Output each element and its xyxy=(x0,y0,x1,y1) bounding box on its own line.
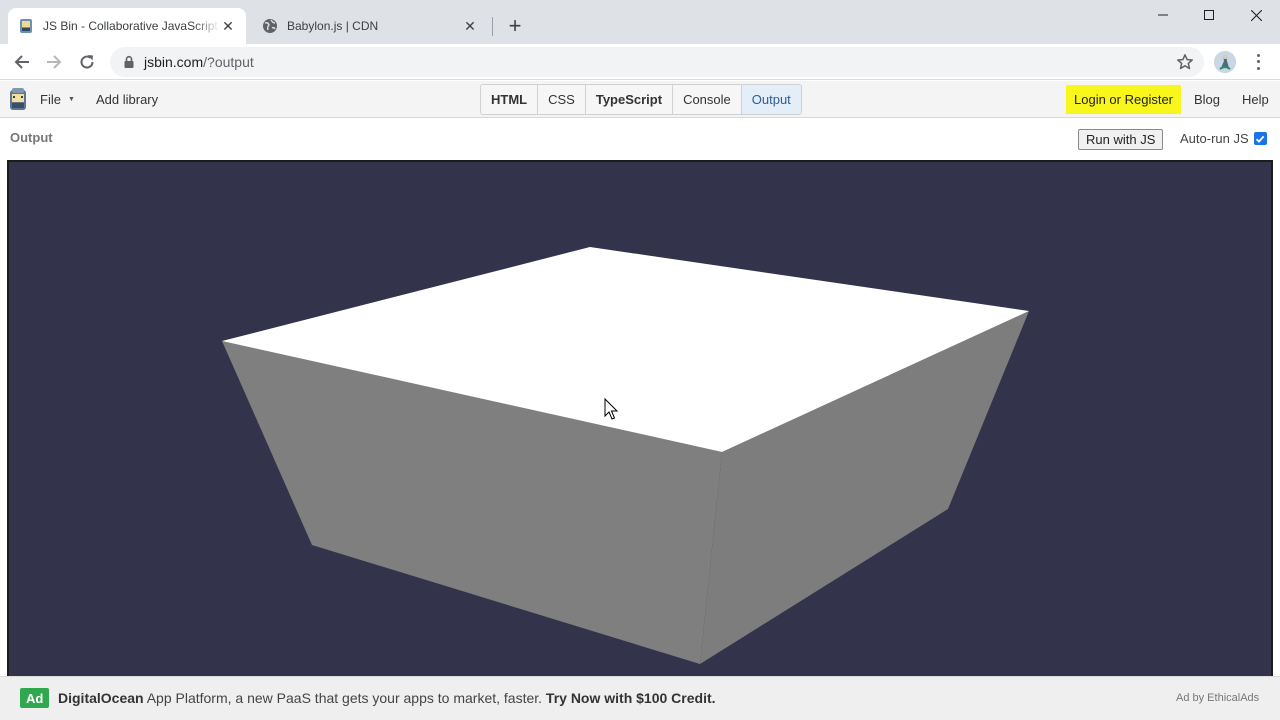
autorun-toggle[interactable]: Auto-run JS xyxy=(1180,131,1267,146)
panel-toggle-group: HTML CSS TypeScript Console Output xyxy=(480,84,802,115)
output-panel-header: Output Run with JS Auto-run JS xyxy=(0,118,1280,160)
address-bar[interactable]: jsbin.com/?output xyxy=(110,47,1204,77)
file-menu[interactable]: File ▼ xyxy=(40,92,75,107)
url-path: /?output xyxy=(203,54,254,70)
blog-link[interactable]: Blog xyxy=(1194,92,1220,107)
caret-down-icon: ▼ xyxy=(67,96,75,103)
minimize-icon[interactable] xyxy=(1140,0,1186,30)
ad-attribution[interactable]: Ad by EthicalAds xyxy=(1176,692,1259,704)
globe-icon xyxy=(263,19,277,33)
tab-title: JS Bin - Collaborative JavaScript Debugg… xyxy=(43,19,220,33)
add-library-button[interactable]: Add library xyxy=(96,92,158,107)
jsbin-toolbar: File ▼ Add library HTML CSS TypeScript C… xyxy=(0,81,1280,118)
output-panel-title: Output xyxy=(10,130,53,145)
ad-body: App Platform, a new PaaS that gets your … xyxy=(143,690,546,706)
ad-text[interactable]: DigitalOcean App Platform, a new PaaS th… xyxy=(58,690,716,706)
ad-brand: DigitalOcean xyxy=(58,690,144,706)
reload-icon[interactable] xyxy=(73,48,101,76)
close-tab-icon[interactable]: ✕ xyxy=(462,18,478,34)
login-register-button[interactable]: Login or Register xyxy=(1066,85,1181,114)
panel-typescript-button[interactable]: TypeScript xyxy=(586,85,674,114)
file-menu-label: File xyxy=(40,92,61,107)
lock-icon xyxy=(124,55,134,68)
run-with-js-button[interactable]: Run with JS xyxy=(1078,129,1164,150)
autorun-label: Auto-run JS xyxy=(1180,131,1249,146)
tab-separator xyxy=(492,17,493,36)
autorun-checkbox[interactable] xyxy=(1253,132,1267,145)
ad-badge: Ad xyxy=(20,688,50,708)
jsbin-logo-icon[interactable] xyxy=(9,87,27,111)
render-canvas[interactable] xyxy=(7,160,1273,680)
forward-icon[interactable] xyxy=(40,48,68,76)
panel-css-button[interactable]: CSS xyxy=(538,85,586,114)
panel-console-button[interactable]: Console xyxy=(673,85,742,114)
tab-babylon-cdn[interactable]: Babylon.js | CDN ✕ xyxy=(252,8,488,44)
browser-menu-icon[interactable] xyxy=(1250,52,1266,72)
bookmark-star-icon[interactable] xyxy=(1176,53,1194,71)
tab-title: Babylon.js | CDN xyxy=(287,19,379,33)
new-tab-icon[interactable]: + xyxy=(504,13,526,38)
browser-toolbar: jsbin.com/?output xyxy=(0,44,1280,80)
ad-cta[interactable]: Try Now with $100 Credit. xyxy=(546,690,716,706)
panel-output-button[interactable]: Output xyxy=(741,85,801,114)
ad-banner[interactable]: Ad DigitalOcean App Platform, a new PaaS… xyxy=(0,676,1280,720)
maximize-icon[interactable] xyxy=(1186,0,1232,30)
browser-tab-strip: JS Bin - Collaborative JavaScript Debugg… xyxy=(0,0,1280,44)
scene-view xyxy=(222,247,1029,664)
url-host: jsbin.com xyxy=(144,54,204,70)
jsbin-icon xyxy=(20,19,32,33)
close-window-icon[interactable] xyxy=(1233,0,1279,30)
profile-avatar[interactable] xyxy=(1214,51,1236,73)
url-text: jsbin.com/?output xyxy=(144,54,254,70)
back-icon[interactable] xyxy=(8,48,36,76)
close-tab-icon[interactable]: ✕ xyxy=(220,18,236,34)
tab-jsbin[interactable]: JS Bin - Collaborative JavaScript Debugg… xyxy=(8,8,246,44)
panel-html-button[interactable]: HTML xyxy=(481,85,539,114)
help-link[interactable]: Help xyxy=(1242,92,1269,107)
